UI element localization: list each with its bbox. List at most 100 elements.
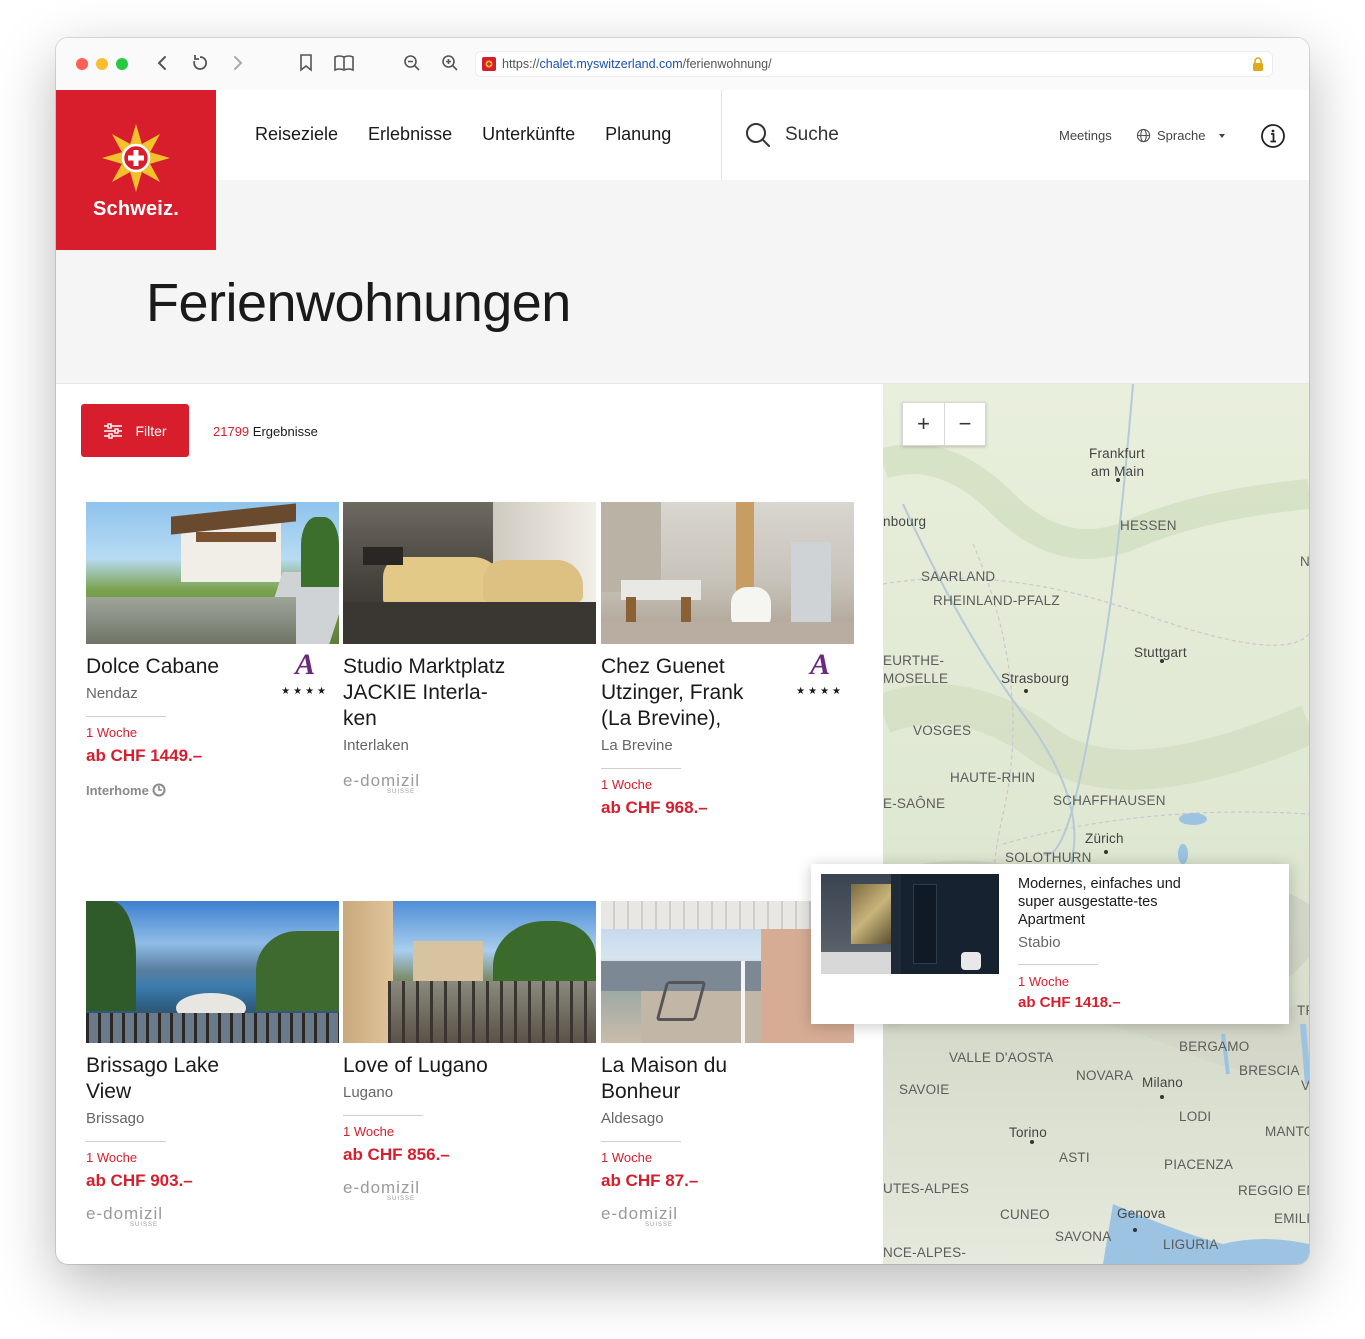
listing-card[interactable]: A ★★★★ Dolce Cabane Nendaz 1 Woche ab CH… (86, 502, 339, 800)
back-button[interactable] (150, 51, 174, 75)
listing-image (343, 502, 596, 644)
popup-price: ab CHF 1418.– (1018, 994, 1121, 1011)
listing-duration: 1 Woche (343, 1124, 395, 1139)
provider-name: e-domizil (601, 1204, 679, 1223)
rating-logo: A (810, 648, 831, 681)
language-label: Sprache (1157, 128, 1206, 143)
results-map[interactable]: Frankfurt am Main nbourg HESSEN SAARLAND… (883, 384, 1309, 1264)
search-label: Suche (785, 124, 839, 145)
listing-card[interactable]: Brissago Lake View Brissago 1 Woche ab C… (86, 901, 339, 1233)
minimize-window-button[interactable] (96, 58, 108, 70)
map-label: REGGIO EM (1238, 1183, 1309, 1198)
meetings-link[interactable]: Meetings (1059, 128, 1112, 143)
listing-duration: 1 Woche (601, 1150, 653, 1165)
map-label: ASTI (1059, 1150, 1090, 1165)
map-popup-card[interactable]: Modernes, einfaches und super ausgestatt… (811, 864, 1289, 1024)
header-divider (721, 90, 722, 180)
map-zoom-in-button[interactable]: + (903, 403, 944, 445)
main-nav: Reiseziele Erlebnisse Unterkünfte Planun… (255, 124, 671, 145)
language-selector[interactable]: Sprache (1136, 128, 1227, 143)
provider-name: e-domizil (343, 771, 421, 790)
map-label: SAVONA (1055, 1229, 1112, 1244)
divider (601, 1141, 681, 1142)
map-label: EMILI (1274, 1211, 1309, 1226)
listing-place: Aldesago (601, 1110, 664, 1127)
popup-duration: 1 Woche (1018, 974, 1070, 989)
map-label: NCE-ALPES- (883, 1245, 967, 1260)
rating-stars: ★★★★ (281, 686, 329, 697)
filter-label: Filter (135, 422, 167, 439)
forward-button[interactable] (226, 51, 250, 75)
address-bar[interactable]: https://chalet.myswitzerland.com/ferienw… (475, 51, 1273, 77)
listing-place: La Brevine (601, 737, 673, 754)
map-zoom-out-button[interactable]: − (943, 403, 985, 445)
listing-card[interactable]: A ★★★★ Chez Guenet Utzinger, Frank (La B… (601, 502, 854, 818)
popup-place: Stabio (1018, 934, 1061, 951)
listing-card[interactable]: Love of Lugano Lugano 1 Woche ab CHF 856… (343, 901, 596, 1207)
nav-item-planung[interactable]: Planung (605, 124, 671, 145)
divider (601, 768, 681, 769)
listing-image (86, 502, 339, 644)
listing-image (343, 901, 596, 1043)
listing-place: Interlaken (343, 737, 409, 754)
divider (86, 1141, 166, 1142)
listing-duration: 1 Woche (86, 1150, 138, 1165)
maximize-window-button[interactable] (116, 58, 128, 70)
chevron-right-icon (234, 56, 243, 70)
edelweiss-icon (102, 124, 170, 192)
map-label: VOSGES (913, 723, 972, 738)
title-band: Ferienwohnungen (56, 180, 1309, 384)
listing-price: ab CHF 87.– (601, 1171, 699, 1190)
listing-name: La Maison du Bonheur (601, 1054, 728, 1103)
book-icon (334, 55, 354, 72)
provider-logo: e-domizil SUISSE (343, 1179, 596, 1207)
provider-sub: SUISSE (130, 1222, 159, 1228)
listing-price: ab CHF 903.– (86, 1171, 193, 1190)
map-label: RHEINLAND-PFALZ (933, 593, 1060, 608)
map-zoom-control: + − (902, 402, 986, 446)
provider-name: Interhome (86, 782, 149, 798)
nav-item-unterkuenfte[interactable]: Unterkünfte (482, 124, 575, 145)
listing-image (601, 502, 854, 644)
divider (343, 1115, 423, 1116)
zoom-out-icon (404, 55, 420, 71)
listing-place: Brissago (86, 1110, 145, 1127)
zoom-in-page-button[interactable] (438, 51, 462, 75)
map-label: NOVARA (1076, 1068, 1134, 1083)
provider-sub: SUISSE (387, 789, 416, 795)
listing-card[interactable]: Studio Marktplatz JACKIE Interla-ken Int… (343, 502, 596, 800)
map-label: LODI (1179, 1109, 1212, 1124)
browser-window: https://chalet.myswitzerland.com/ferienw… (56, 38, 1309, 1264)
reader-button[interactable] (332, 51, 356, 75)
rating-stars: ★★★★ (796, 686, 844, 697)
provider-logo: e-domizil SUISSE (343, 772, 596, 800)
info-button[interactable] (1260, 123, 1286, 154)
map-label: Strasbourg (1001, 671, 1070, 686)
search-icon (746, 123, 770, 147)
browser-toolbar: https://chalet.myswitzerland.com/ferienw… (56, 38, 1309, 90)
provider-name: e-domizil (343, 1178, 421, 1197)
url-host: chalet.myswitzerland.com (539, 57, 683, 71)
popup-title: Modernes, einfaches und super ausgestatt… (1018, 876, 1181, 928)
zoom-out-page-button[interactable] (400, 51, 424, 75)
result-count-label: Ergebnisse (252, 424, 318, 439)
map-label: CUNEO (1000, 1207, 1050, 1222)
nav-item-erlebnisse[interactable]: Erlebnisse (368, 124, 452, 145)
map-label: LIGURIA (1163, 1237, 1219, 1252)
map-label: Milano (1142, 1075, 1183, 1090)
map-label: HAUTE-RHIN (950, 770, 1036, 785)
close-window-button[interactable] (76, 58, 88, 70)
map-label: VALLE D'AOSTA (949, 1050, 1054, 1065)
schweiz-logo[interactable]: Schweiz. (56, 90, 216, 250)
listing-price: ab CHF 1449.– (86, 746, 203, 765)
map-label: SAARLAND (921, 569, 996, 584)
bookmark-button[interactable] (294, 51, 318, 75)
reload-button[interactable] (188, 51, 212, 75)
listing-price: ab CHF 968.– (601, 798, 708, 817)
nav-item-reiseziele[interactable]: Reiseziele (255, 124, 338, 145)
listing-name: Love of Lugano (343, 1054, 488, 1077)
site-header: Reiseziele Erlebnisse Unterkünfte Planun… (56, 90, 1309, 180)
filter-button[interactable]: Filter (81, 404, 189, 457)
search-button[interactable]: Suche (745, 122, 839, 148)
map-label: SCHAFFHAUSEN (1053, 793, 1166, 808)
